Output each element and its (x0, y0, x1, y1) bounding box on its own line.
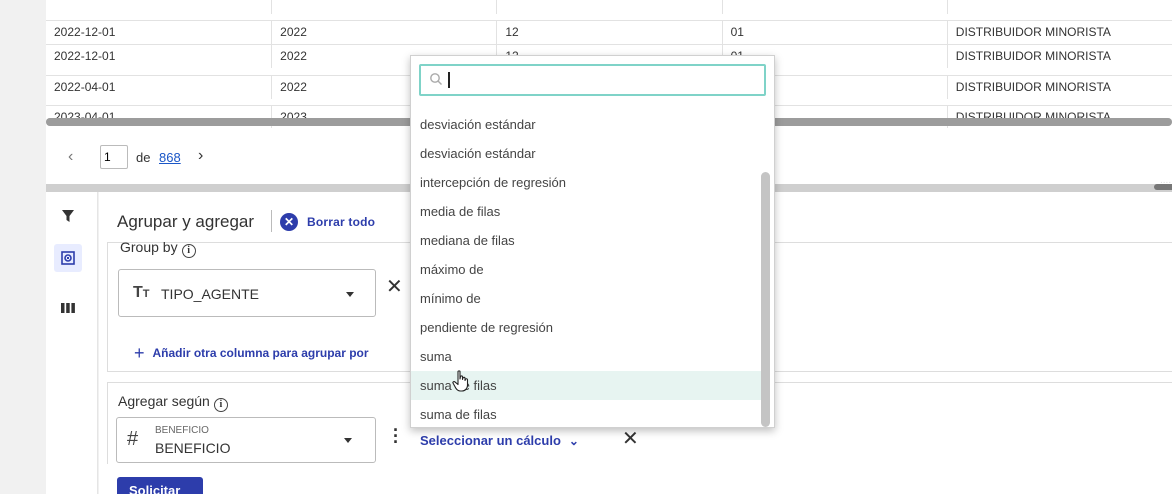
add-group-column-button[interactable]: + Añadir otra columna para agrupar por (134, 341, 369, 363)
dropdown-scrollbar-thumb[interactable] (761, 172, 770, 427)
page-of-label: de (136, 150, 151, 165)
table-cell: DISTRIBUIDOR MINORISTA (946, 76, 1172, 99)
group-by-label: Group by i (120, 239, 196, 258)
text-cursor (448, 72, 450, 88)
table-cell: 01 (721, 21, 947, 44)
aggregate-column-select[interactable]: # BENEFICIO BENEFICIO (116, 417, 376, 463)
table-cell: 2022-04-01 (54, 80, 116, 94)
clear-all-label: Borrar todo (307, 215, 376, 229)
next-page-button[interactable]: › (198, 147, 203, 165)
aggregate-label: Agregar según i (118, 393, 228, 412)
dropdown-option[interactable]: máximo de (411, 255, 761, 284)
more-vert-icon[interactable]: · · · (393, 421, 399, 451)
remove-aggregate-icon[interactable]: ✕ (622, 429, 639, 449)
dropdown-option[interactable]: suma (411, 342, 761, 371)
table-cell: DISTRIBUIDOR MINORISTA (946, 45, 1172, 68)
table-cell: DISTRIBUIDOR MINORISTA (946, 21, 1172, 44)
splitter-handle[interactable] (1154, 175, 1172, 190)
table-row (46, 0, 1172, 14)
aggregate-column-value: BENEFICIO (155, 440, 231, 456)
caret-down-icon (346, 292, 354, 297)
prev-page-button[interactable]: ‹ (68, 148, 73, 166)
filter-icon[interactable] (54, 202, 82, 230)
plus-icon: + (134, 343, 145, 363)
hand-cursor-icon (452, 370, 470, 397)
table-cell: 2022-12-01 (54, 49, 116, 63)
number-type-icon: # (127, 428, 139, 450)
dropdown-scrollbar[interactable] (760, 102, 771, 427)
dropdown-option[interactable]: suma de filas (411, 400, 761, 429)
table-cell: 12 (496, 21, 721, 44)
clear-all-button[interactable]: ✕ Borrar todo (280, 212, 375, 232)
columns-icon[interactable] (54, 294, 82, 322)
select-calculation-button[interactable]: Seleccionar un cálculo ⌄ (420, 433, 579, 448)
aggregate-column-caption: BENEFICIO (155, 425, 209, 436)
panel-title: Agrupar y agregar (117, 212, 255, 231)
group-aggregate-icon[interactable] (54, 244, 82, 272)
dropdown-option[interactable]: intercepción de regresión (411, 168, 761, 197)
dropdown-option[interactable]: desviación estándar (411, 139, 761, 168)
group-by-select[interactable]: TT TIPO_AGENTE (118, 269, 376, 317)
left-rail (46, 192, 98, 494)
dropdown-option[interactable]: media de filas (411, 197, 761, 226)
chevron-down-icon: ⌄ (568, 434, 579, 448)
dropdown-option[interactable]: pendiente de regresión (411, 313, 761, 342)
dropdown-option[interactable]: mínimo de (411, 284, 761, 313)
dropdown-option[interactable]: mediana de filas (411, 226, 761, 255)
search-icon (429, 72, 443, 91)
dropdown-search-input[interactable] (419, 64, 766, 96)
close-circle-icon: ✕ (280, 213, 298, 231)
remove-group-icon[interactable]: ✕ (386, 277, 403, 297)
total-pages-link[interactable]: 868 (159, 150, 181, 165)
table-row: 2022-12-01 2022 12 01 DISTRIBUIDOR MINOR… (46, 20, 1172, 44)
dropdown-option[interactable]: desviación estándar (411, 110, 761, 139)
apply-button[interactable]: Solicitar (117, 477, 203, 494)
title-divider (271, 210, 272, 232)
text-type-icon: TT (133, 284, 150, 301)
page-number-input[interactable] (100, 145, 128, 169)
table-cell: 2022-12-01 (54, 25, 116, 39)
info-icon[interactable]: i (181, 244, 196, 258)
group-by-value: TIPO_AGENTE (161, 286, 260, 302)
info-icon[interactable]: i (213, 398, 228, 412)
table-cell: 2022 (271, 21, 496, 44)
caret-down-icon (344, 438, 352, 443)
